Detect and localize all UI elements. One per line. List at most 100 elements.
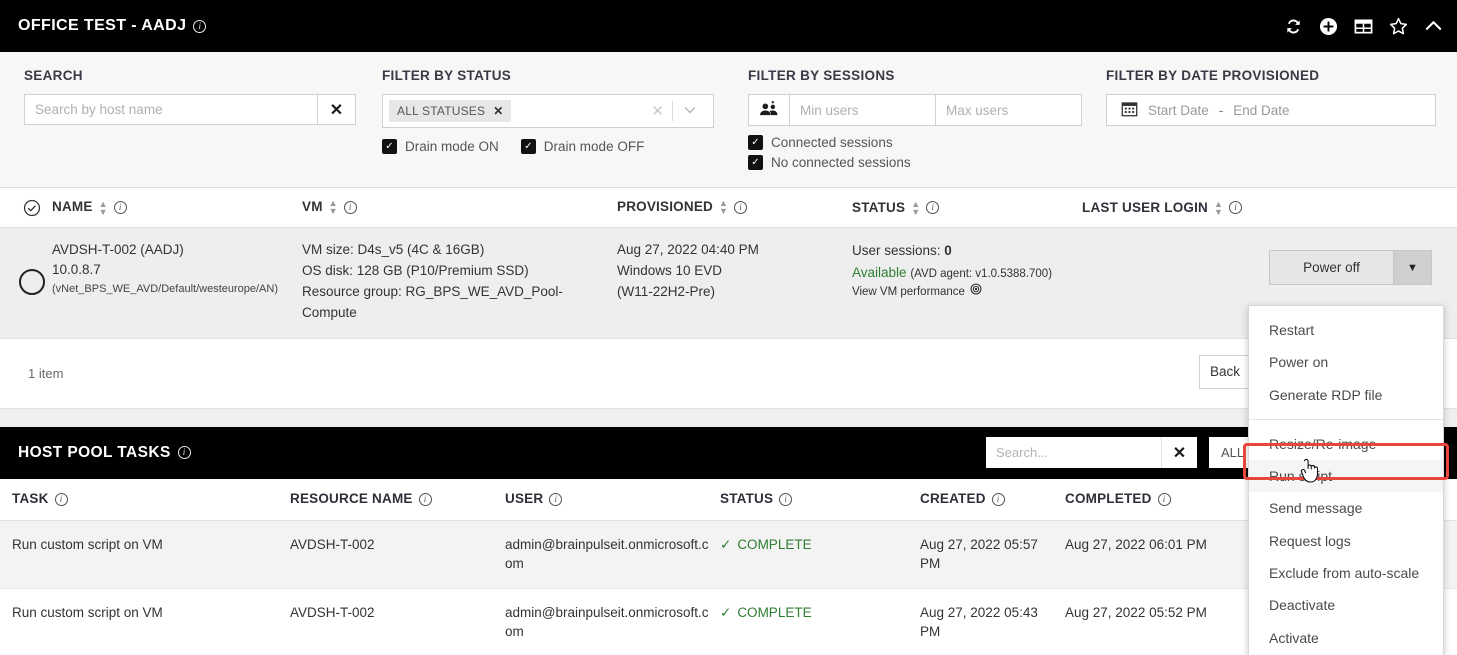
task-user: admin@brainpulseit.onmicrosoft.com <box>505 604 709 640</box>
refresh-icon[interactable] <box>1284 17 1303 36</box>
info-icon[interactable]: i <box>1229 201 1243 214</box>
sort-icon[interactable]: ▲ ▼ <box>1214 199 1223 216</box>
menu-item-run-script[interactable]: Run script <box>1249 460 1443 493</box>
checkbox-drain-mode-on[interactable]: ✓ Drain mode ON <box>382 139 499 154</box>
tasks-column-header-resource-name-label: RESOURCE NAME <box>290 491 413 507</box>
power-off-button[interactable]: Power off <box>1269 250 1394 285</box>
eye-icon <box>970 283 982 301</box>
task-user: admin@brainpulseit.onmicrosoft.com <box>505 536 709 572</box>
menu-item-deactivate[interactable]: Deactivate <box>1249 589 1443 621</box>
column-header-last-user-login[interactable]: LAST USER LOGIN ▲ ▼ i <box>1082 199 1457 216</box>
tasks-column-header-resource-name[interactable]: RESOURCE NAME i <box>290 475 505 523</box>
tasks-column-header-status[interactable]: STATUS i <box>720 475 920 523</box>
menu-item-generate-rdp-file[interactable]: Generate RDP file <box>1249 379 1443 411</box>
tasks-search-input[interactable]: Search... <box>986 437 1161 469</box>
info-icon[interactable]: i <box>991 492 1005 506</box>
add-icon[interactable] <box>1319 17 1338 36</box>
tasks-search-clear-button[interactable]: ✕ <box>1161 437 1197 469</box>
tasks-column-header-completed[interactable]: COMPLETED i <box>1065 475 1240 523</box>
filter-date-group: FILTER BY DATE PROVISIONED Start Date - … <box>1102 68 1457 187</box>
host-ip: 10.0.8.7 <box>52 262 101 278</box>
info-icon[interactable]: i <box>113 201 127 214</box>
filter-status-label: FILTER BY STATUS <box>382 68 512 83</box>
tasks-column-header-created[interactable]: CREATED i <box>920 475 1065 523</box>
start-date-input[interactable]: Start Date <box>1148 103 1209 118</box>
select-all-checkbox[interactable] <box>0 199 52 217</box>
date-range-picker[interactable]: Start Date - End Date <box>1106 94 1436 126</box>
vm-size: VM size: D4s_v5 (4C & 16GB) <box>302 242 485 257</box>
tasks-search-placeholder: Search... <box>996 445 1049 461</box>
search-clear-button[interactable]: ✕ <box>318 94 356 125</box>
column-header-status[interactable]: STATUS ▲ ▼ i <box>852 197 1082 219</box>
column-header-vm-label: VM <box>302 199 323 215</box>
tasks-column-header-task[interactable]: TASK i <box>0 475 290 523</box>
provisioned-os-build: (W11-22H2-Pre) <box>617 283 716 299</box>
info-icon[interactable]: i <box>779 492 793 506</box>
status-multiselect[interactable]: ALL STATUSES ✕ ✕ <box>382 94 714 128</box>
row-select-radio[interactable] <box>19 268 45 295</box>
host-action-menu[interactable]: Restart Power on Generate RDP file Resiz… <box>1248 305 1444 655</box>
host-table-row[interactable]: AVDSH-T-002 (AADJ) 10.0.8.7 (vNet_BPS_WE… <box>0 228 1457 339</box>
power-dropdown-toggle[interactable]: ▼ <box>1394 250 1432 285</box>
task-name: Run custom script on VM <box>12 604 163 620</box>
sort-icon[interactable]: ▲ ▼ <box>329 199 338 216</box>
checkbox-drain-mode-off[interactable]: ✓ Drain mode OFF <box>520 139 644 154</box>
column-header-status-label: STATUS <box>852 199 906 215</box>
star-icon[interactable] <box>1389 17 1408 36</box>
sort-icon[interactable]: ▲ ▼ <box>719 199 728 216</box>
info-icon[interactable]: i <box>343 200 357 214</box>
search-input[interactable]: Search by host name <box>24 94 318 125</box>
grid-icon[interactable] <box>1354 17 1373 36</box>
column-header-provisioned[interactable]: PROVISIONED ▲ ▼ i <box>617 197 852 218</box>
tasks-table-row[interactable]: Run custom script on VM AVDSH-T-002 admi… <box>0 520 1457 589</box>
max-users-input[interactable]: Max users <box>936 94 1082 126</box>
info-icon[interactable]: i <box>54 492 68 506</box>
status-chip-all-statuses[interactable]: ALL STATUSES ✕ <box>389 100 512 122</box>
menu-item-power-on[interactable]: Power on <box>1249 346 1443 378</box>
sort-icon[interactable]: ▲ ▼ <box>911 199 920 216</box>
info-icon[interactable]: i <box>1157 492 1171 506</box>
checkbox-connected-sessions[interactable]: ✓ Connected sessions <box>748 135 1090 150</box>
view-vm-performance-link[interactable]: View VM performance <box>852 283 1082 301</box>
info-icon[interactable]: i <box>193 19 207 33</box>
column-header-vm[interactable]: VM ▲ ▼ i <box>302 197 617 218</box>
menu-item-resize-reimage[interactable]: Resize/Re-image <box>1249 428 1443 460</box>
info-icon[interactable]: i <box>734 200 748 214</box>
back-button-label: Back <box>1210 364 1241 380</box>
filter-search-group: SEARCH Search by host name ✕ <box>0 68 382 187</box>
menu-item-request-logs[interactable]: Request logs <box>1249 525 1443 557</box>
chip-remove-icon[interactable]: ✕ <box>493 104 503 118</box>
filter-date-label: FILTER BY DATE PROVISIONED <box>1106 68 1320 83</box>
tasks-table-row[interactable]: Run custom script on VM AVDSH-T-002 admi… <box>0 588 1457 655</box>
host-name-cell: AVDSH-T-002 (AADJ) 10.0.8.7 (vNet_BPS_WE… <box>52 240 302 324</box>
menu-item-send-message[interactable]: Send message <box>1249 492 1443 524</box>
menu-item-exclude-from-auto-scale[interactable]: Exclude from auto-scale <box>1249 557 1443 589</box>
task-completed: Aug 27, 2022 06:01 PM <box>1065 536 1207 552</box>
chevron-down-icon[interactable] <box>673 103 707 120</box>
drain-mode-checkboxes: ✓ Drain mode ON ✓ Drain mode OFF <box>382 139 730 154</box>
collapse-icon[interactable] <box>1424 17 1443 36</box>
search-label: SEARCH <box>24 68 83 83</box>
page-title-text: OFFICE TEST - AADJ <box>18 17 187 34</box>
info-icon[interactable]: i <box>549 492 563 506</box>
menu-item-activate[interactable]: Activate <box>1249 622 1443 654</box>
menu-item-restart[interactable]: Restart <box>1249 314 1443 346</box>
info-icon[interactable]: i <box>926 201 940 214</box>
info-icon[interactable]: i <box>418 492 432 506</box>
column-header-name[interactable]: NAME ▲ ▼ i <box>52 197 302 217</box>
tasks-column-header-user[interactable]: USER i <box>505 475 720 523</box>
checkbox-no-connected-sessions[interactable]: ✓ No connected sessions <box>748 155 1090 170</box>
task-resource-name: AVDSH-T-002 <box>290 604 375 620</box>
host-vm-cell: VM size: D4s_v5 (4C & 16GB) OS disk: 128… <box>302 240 617 324</box>
min-users-placeholder: Min users <box>800 102 859 118</box>
check-icon: ✓ <box>720 536 732 552</box>
min-users-input[interactable]: Min users <box>790 94 936 126</box>
view-vm-performance-label: View VM performance <box>852 286 965 299</box>
sort-icon[interactable]: ▲ ▼ <box>99 199 108 216</box>
info-icon[interactable]: i <box>177 446 191 460</box>
tasks-column-header-completed-label: COMPLETED <box>1065 491 1152 507</box>
end-date-input[interactable]: End Date <box>1233 103 1289 118</box>
item-count: 1 item <box>28 365 64 381</box>
status-clear-icon[interactable]: ✕ <box>643 102 672 120</box>
tasks-column-header-task-label: TASK <box>12 491 49 507</box>
